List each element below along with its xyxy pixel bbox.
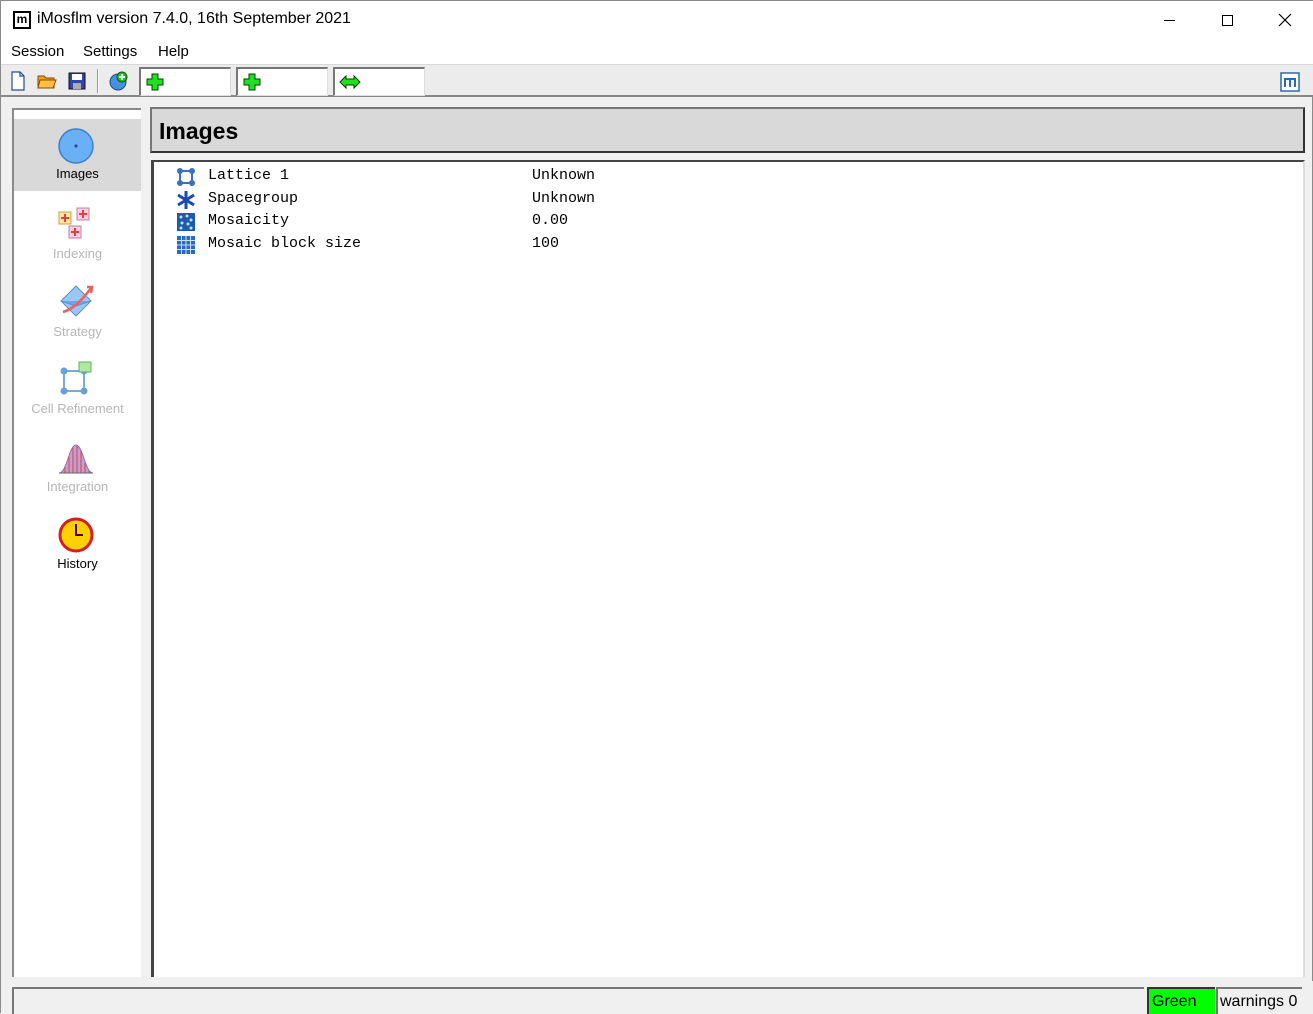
sidebar-item-label: Cell Refinement — [31, 401, 124, 416]
add-field-2-icon — [243, 73, 261, 91]
cell-refinement-icon — [60, 361, 92, 395]
close-button[interactable] — [1256, 1, 1313, 39]
warnings-count[interactable]: warnings 0 — [1216, 987, 1302, 1014]
property-label: Spacegroup — [208, 190, 299, 207]
status-bar: Green warnings 0 — [1, 981, 1313, 1014]
minimize-button[interactable] — [1140, 1, 1198, 39]
open-folder-icon[interactable] — [37, 71, 57, 91]
spacegroup-icon — [177, 191, 195, 209]
minimize-icon — [1163, 19, 1175, 21]
sidebar-item-integration: Integration — [14, 433, 141, 509]
mosaic-block-icon — [177, 236, 195, 254]
sidebar-item-images[interactable]: Images — [14, 119, 141, 191]
image-field-2[interactable] — [236, 67, 328, 96]
sidebar-item-label: Indexing — [52, 246, 103, 261]
title-bar: m iMosflm version 7.4.0, 16th September … — [1, 1, 1313, 39]
property-value: Unknown — [532, 190, 596, 207]
indexing-icon — [58, 207, 90, 239]
properties-panel: Lattice 1 Unknown Spacegroup Unknown Mos… — [151, 160, 1305, 977]
menu-settings[interactable]: Settings — [83, 43, 137, 60]
mosaicity-icon — [177, 213, 195, 231]
history-icon — [58, 517, 94, 553]
sidebar-item-label: Strategy — [53, 324, 102, 339]
menu-session[interactable]: Session — [11, 43, 64, 60]
integration-icon — [58, 444, 94, 474]
sidebar-item-cell-refinement: Cell Refinement — [14, 355, 141, 431]
property-row-mosaicity[interactable]: Mosaicity 0.00 — [176, 210, 676, 232]
resize-field-icon — [339, 74, 361, 90]
status-indicator: Green — [1147, 987, 1215, 1014]
page-title: Images — [159, 118, 239, 144]
maximize-icon — [1221, 14, 1233, 26]
property-row-lattice[interactable]: Lattice 1 Unknown — [176, 165, 676, 187]
property-row-mosaic-block-size[interactable]: Mosaic block size 100 — [176, 233, 676, 255]
sidebar-item-label: Images — [56, 166, 99, 181]
property-label: Mosaic block size — [208, 235, 362, 252]
property-value: 100 — [532, 235, 560, 252]
images-icon — [58, 128, 94, 164]
strategy-icon — [60, 285, 94, 317]
new-file-icon[interactable] — [8, 71, 28, 91]
lattice-icon — [177, 168, 195, 186]
toolbar — [1, 65, 1313, 97]
add-images-icon[interactable] — [108, 71, 128, 91]
sidebar-item-label: Integration — [46, 479, 109, 494]
save-icon[interactable] — [67, 71, 87, 91]
window-title: iMosflm version 7.4.0, 16th September 20… — [37, 10, 351, 27]
property-label: Lattice 1 — [208, 167, 290, 184]
sidebar-item-history[interactable]: History — [14, 510, 141, 586]
page-header: Images — [150, 107, 1305, 153]
close-icon — [1278, 13, 1292, 27]
property-label: Mosaicity — [208, 212, 290, 229]
app-window: m iMosflm version 7.4.0, 16th September … — [0, 0, 1313, 1014]
property-value: 0.00 — [532, 212, 569, 229]
menu-bar: Session Settings Help — [1, 39, 1313, 65]
add-field-icon — [146, 73, 164, 91]
image-field-1[interactable] — [139, 67, 231, 96]
property-row-spacegroup[interactable]: Spacegroup Unknown — [176, 188, 676, 210]
maximize-button[interactable] — [1198, 1, 1256, 39]
menu-help[interactable]: Help — [158, 43, 189, 60]
app-logo-icon: m — [13, 11, 31, 29]
property-value: Unknown — [532, 167, 596, 184]
sidebar-item-label: History — [57, 556, 98, 571]
status-message — [12, 987, 1144, 1014]
mosflm-logo-icon[interactable] — [1280, 72, 1300, 92]
sidebar-item-strategy: Strategy — [14, 278, 141, 354]
image-field-3[interactable] — [333, 67, 425, 96]
toolbar-separator — [97, 69, 99, 93]
sidebar-item-indexing: Indexing — [14, 200, 141, 276]
task-sidebar: Images Indexing Strategy Cell Refinement… — [12, 108, 141, 977]
